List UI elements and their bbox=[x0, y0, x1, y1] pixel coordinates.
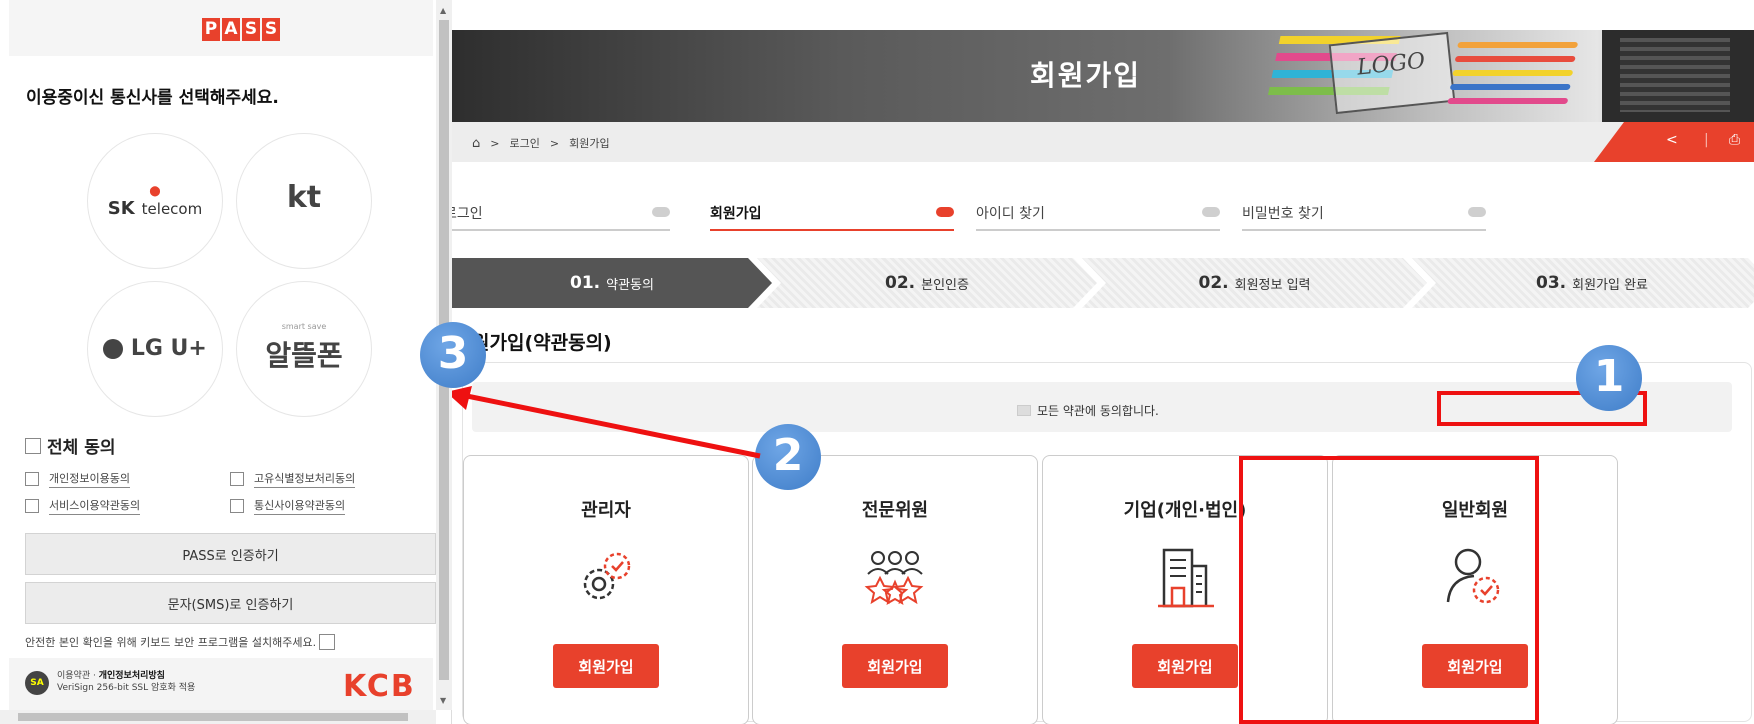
scroll-up-icon[interactable]: ▲ bbox=[440, 6, 446, 15]
gear-check-icon bbox=[583, 552, 631, 600]
ssl-note: VeriSign 256-bit SSL 암호화 적용 bbox=[57, 683, 196, 693]
carrier-kt[interactable]: kt bbox=[236, 133, 372, 269]
step-complete: 03. 회원가입 완료 bbox=[1412, 258, 1754, 308]
sms-auth-button[interactable]: 문자(SMS)로 인증하기 bbox=[25, 582, 436, 624]
checkbox-icon[interactable] bbox=[1017, 405, 1031, 416]
sk-telecom-logo: ⬤ SK telecom bbox=[88, 186, 222, 219]
pass-auth-button[interactable]: PASS로 인증하기 bbox=[25, 533, 436, 575]
scrollbar-thumb[interactable] bbox=[18, 713, 408, 721]
step-badge-1: 1 bbox=[1576, 345, 1642, 411]
pass-logo: PASS bbox=[202, 18, 280, 41]
agree-service-terms[interactable]: 서비스이용약관동의 bbox=[25, 497, 141, 515]
step-badge-3: 3 bbox=[420, 322, 486, 388]
section-title: 원가입(약관동의) bbox=[472, 332, 612, 354]
pass-auth-popup: PASS 이용중이신 통신사를 선택해주세요. ⬤ SK telecom kt … bbox=[0, 0, 452, 724]
signup-page: LOGO 회원가입 ⌂ > 로그인 > 회원가입 < | ⎙ 로그인 회원가입 … bbox=[452, 0, 1754, 724]
agree-unique-id[interactable]: 고유식별정보처리동의 bbox=[230, 470, 356, 488]
scroll-down-icon[interactable]: ▼ bbox=[440, 696, 446, 705]
step-terms: 01. 약관동의 bbox=[452, 258, 772, 308]
member-card-admin: 관리자 회원가입 bbox=[463, 455, 749, 724]
breadcrumb-item[interactable]: 회원가입 bbox=[569, 135, 609, 151]
checkbox-icon[interactable] bbox=[25, 472, 39, 486]
carrier-question: 이용중이신 통신사를 선택해주세요. bbox=[26, 88, 279, 108]
agree-carrier-terms[interactable]: 통신사이용약관동의 bbox=[230, 497, 346, 515]
tab-find-password[interactable]: 비밀번호 찾기 bbox=[1242, 195, 1486, 231]
building-icon bbox=[1158, 548, 1214, 608]
privacy-link[interactable]: 개인정보처리방침 bbox=[99, 671, 165, 681]
tab-login[interactable]: 로그인 bbox=[452, 195, 670, 231]
popup-header: PASS bbox=[9, 0, 433, 56]
horizontal-scrollbar[interactable] bbox=[0, 710, 436, 724]
breadcrumb-bar: ⌂ > 로그인 > 회원가입 < | ⎙ bbox=[452, 122, 1754, 162]
tab-signup[interactable]: 회원가입 bbox=[710, 195, 954, 231]
annotation-arrow bbox=[446, 386, 761, 459]
breadcrumb-item[interactable]: 로그인 bbox=[509, 135, 539, 151]
step-verification: 02. 본인인증 bbox=[757, 258, 1097, 308]
carrier-sk-telecom[interactable]: ⬤ SK telecom bbox=[87, 133, 223, 269]
terms-link[interactable]: 이용약관 bbox=[57, 671, 90, 681]
sk-butterfly-icon: ⬤ bbox=[149, 186, 161, 197]
signup-steps: 01. 약관동의 02. 본인인증 02. 회원정보 입력 03. 회원가입 완료 bbox=[452, 258, 1754, 308]
hero-banner: LOGO 회원가입 bbox=[452, 30, 1754, 122]
print-icon[interactable]: ⎙ bbox=[1729, 132, 1740, 148]
hero-laptop bbox=[1602, 30, 1754, 122]
footer-links: 이용약관 · 개인정보처리방침 VeriSign 256-bit SSL 암호화… bbox=[57, 671, 196, 693]
signup-button-admin[interactable]: 회원가입 bbox=[553, 644, 659, 688]
hero-color-bars bbox=[1446, 42, 1579, 112]
utility-bar: < | ⎙ bbox=[1594, 122, 1754, 162]
checkbox-icon[interactable] bbox=[230, 472, 244, 486]
popup-footer: SA 이용약관 · 개인정보처리방침 VeriSign 256-bit SSL … bbox=[9, 658, 433, 711]
highlight-expert-card bbox=[1239, 456, 1539, 724]
hero-logo-sign: LOGO bbox=[1328, 31, 1456, 115]
breadcrumb: ⌂ > 로그인 > 회원가입 bbox=[472, 135, 610, 151]
team-stars-icon bbox=[864, 551, 924, 606]
share-icon[interactable]: < bbox=[1666, 132, 1678, 148]
member-tabs: 로그인 회원가입 아이디 찾기 비밀번호 찾기 bbox=[452, 195, 1754, 235]
signup-button-expert[interactable]: 회원가입 bbox=[842, 644, 948, 688]
security-note: 안전한 본인 확인을 위해 키보드 보안 프로그램을 설치해주세요. bbox=[25, 634, 336, 650]
tab-find-id[interactable]: 아이디 찾기 bbox=[976, 195, 1220, 231]
checkbox-icon[interactable] bbox=[25, 437, 41, 454]
agree-all-checkbox[interactable]: 모든 약관에 동의합니다. bbox=[1017, 402, 1159, 419]
all-agree-checkbox[interactable]: 전체 동의 bbox=[25, 433, 115, 458]
page-title: 회원가입 bbox=[1030, 59, 1142, 92]
member-card-expert: 전문위원 회원가입 bbox=[752, 455, 1038, 724]
kcb-logo: KCB bbox=[343, 669, 416, 704]
agree-privacy[interactable]: 개인정보이용동의 bbox=[25, 470, 130, 488]
home-icon[interactable]: ⌂ bbox=[472, 136, 480, 151]
checkbox-icon[interactable] bbox=[319, 634, 336, 650]
carrier-mvno[interactable]: smart save 알뜰폰 bbox=[236, 281, 372, 417]
carrier-lgu[interactable]: LG U+ bbox=[87, 281, 223, 417]
sa-badge-icon: SA bbox=[25, 671, 49, 695]
signup-button-company[interactable]: 회원가입 bbox=[1132, 644, 1238, 688]
step-member-info: 02. 회원정보 입력 bbox=[1082, 258, 1427, 308]
checkbox-icon[interactable] bbox=[230, 499, 244, 513]
checkbox-icon[interactable] bbox=[25, 499, 39, 513]
lg-logo-icon bbox=[103, 339, 124, 359]
